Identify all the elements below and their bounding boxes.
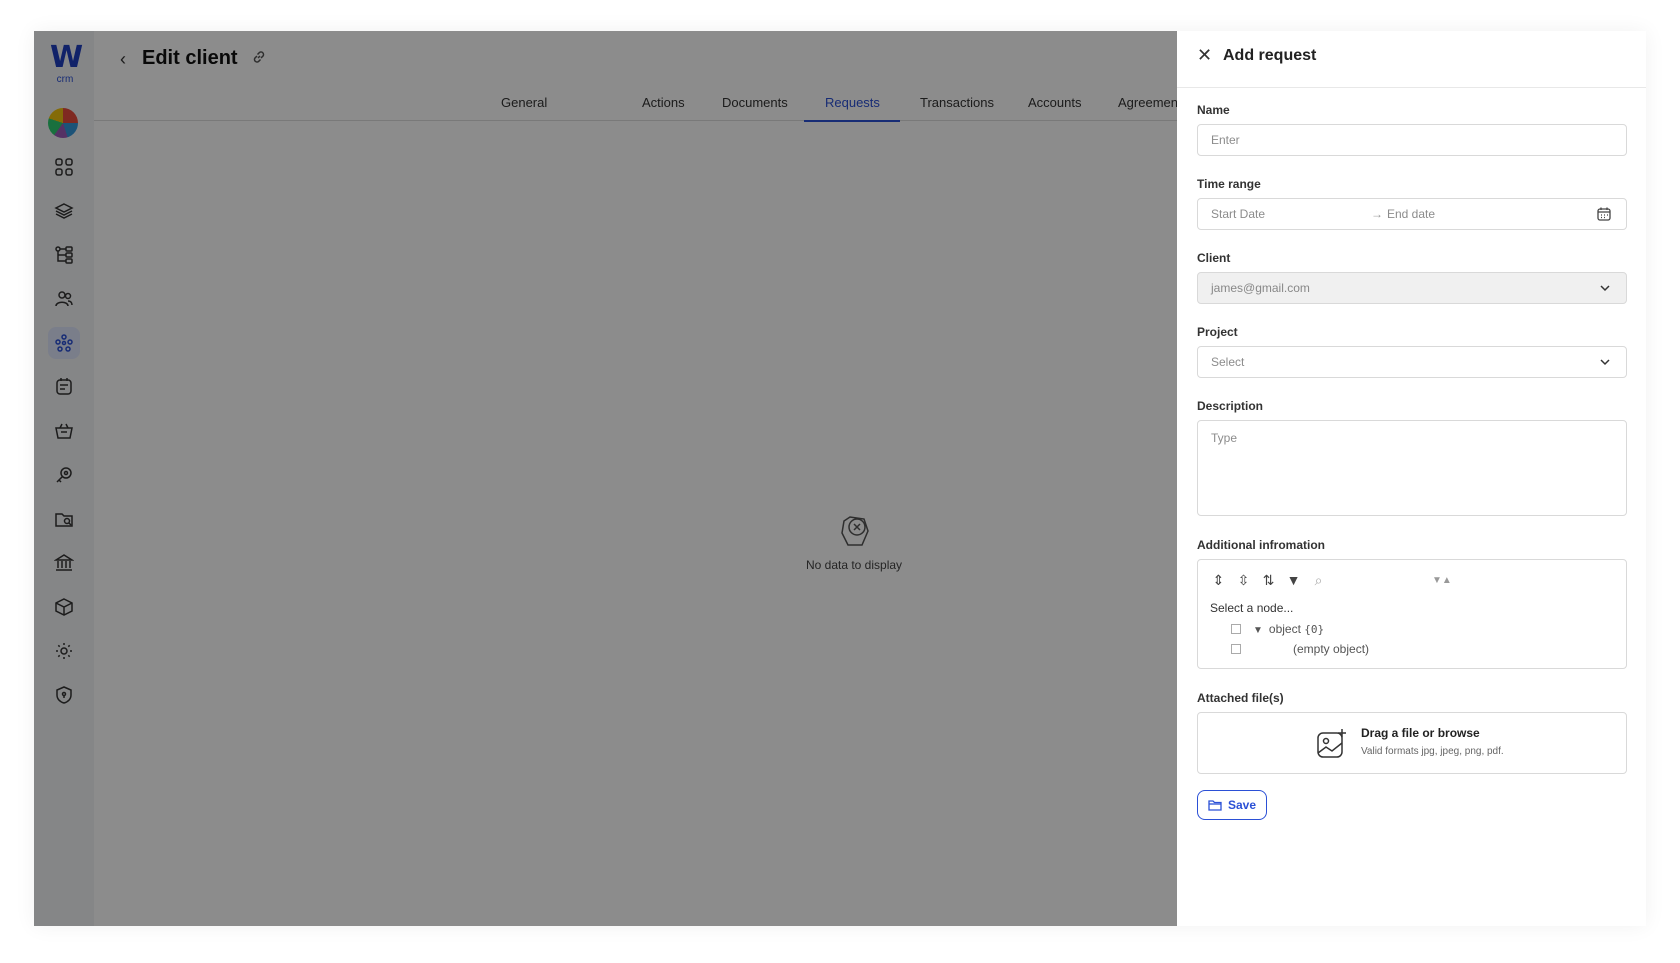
time-range-field[interactable]: Start Date → End date (1197, 198, 1627, 230)
dropzone-subtitle: Valid formats jpg, jpeg, png, pdf. (1361, 746, 1504, 757)
checkbox[interactable] (1231, 644, 1241, 654)
start-date-input[interactable]: Start Date (1211, 207, 1371, 221)
empty-object-text: (empty object) (1293, 642, 1370, 656)
name-placeholder: Enter (1211, 133, 1240, 147)
save-label: Save (1228, 798, 1257, 812)
filter-icon[interactable]: ▼ (1285, 572, 1302, 589)
search-icon[interactable]: ⌕ (1310, 572, 1327, 589)
drawer-title: Add request (1223, 47, 1317, 64)
json-editor[interactable]: ⇕ ⇳ ⇅ ▼ ⌕ ▼▲ Select a node... ▼ object {0… (1197, 559, 1627, 669)
dropzone-title: Drag a file or browse (1361, 726, 1480, 740)
modal-overlay[interactable] (34, 31, 1177, 926)
expand-toggle-icon[interactable]: ▼ (1253, 625, 1263, 636)
sort-icon[interactable]: ⇅ (1260, 572, 1277, 589)
time-range-label: Time range (1197, 177, 1261, 191)
collapse-all-icon[interactable]: ⇳ (1235, 572, 1252, 589)
folder-icon (1208, 800, 1222, 811)
add-request-drawer: ✕ Add request Name Enter Time range Star… (1177, 31, 1646, 926)
request-form: Name Enter Time range Start Date → End d… (1197, 103, 1627, 820)
end-date-input[interactable]: End date (1387, 207, 1435, 221)
json-toolbar: ⇕ ⇳ ⇅ ▼ ⌕ (1210, 572, 1327, 589)
name-label: Name (1197, 103, 1230, 117)
select-node-text: Select a node... (1210, 601, 1294, 615)
name-field[interactable]: Enter (1197, 124, 1627, 156)
app-window: W crm ‹ Edit client General Actions Docu… (34, 31, 1646, 926)
close-icon[interactable]: ✕ (1197, 45, 1212, 66)
chevron-down-icon (1598, 281, 1612, 298)
range-separator: → (1371, 207, 1383, 221)
project-placeholder: Select (1211, 355, 1245, 369)
main-app: W crm ‹ Edit client General Actions Docu… (34, 31, 1188, 926)
image-upload-icon (1315, 727, 1349, 766)
description-label: Description (1197, 399, 1264, 413)
project-label: Project (1197, 325, 1238, 339)
checkbox[interactable] (1231, 624, 1241, 634)
attached-files-label: Attached file(s) (1197, 691, 1284, 705)
root-count: {0} (1304, 623, 1325, 636)
root-key: object (1268, 622, 1301, 636)
json-root-row[interactable]: ▼ object {0} (1231, 622, 1324, 636)
json-empty-row: (empty object) (1231, 642, 1369, 656)
drawer-header: ✕ Add request (1177, 31, 1646, 88)
chevron-down-icon (1598, 355, 1612, 372)
client-select[interactable]: james@gmail.com (1197, 272, 1627, 304)
description-textarea[interactable]: Type (1197, 420, 1627, 516)
additional-info-label: Additional infromation (1197, 538, 1325, 552)
calendar-icon[interactable] (1596, 206, 1612, 225)
save-button[interactable]: Save (1197, 790, 1268, 820)
project-select[interactable]: Select (1197, 346, 1627, 378)
client-label: Client (1197, 251, 1231, 265)
description-placeholder: Type (1211, 431, 1238, 445)
file-dropzone[interactable]: Drag a file or browse Valid formats jpg,… (1197, 712, 1627, 774)
client-value: james@gmail.com (1211, 281, 1310, 295)
sort-arrows-icon[interactable]: ▼▲ (1432, 575, 1452, 586)
expand-all-icon[interactable]: ⇕ (1210, 572, 1227, 589)
